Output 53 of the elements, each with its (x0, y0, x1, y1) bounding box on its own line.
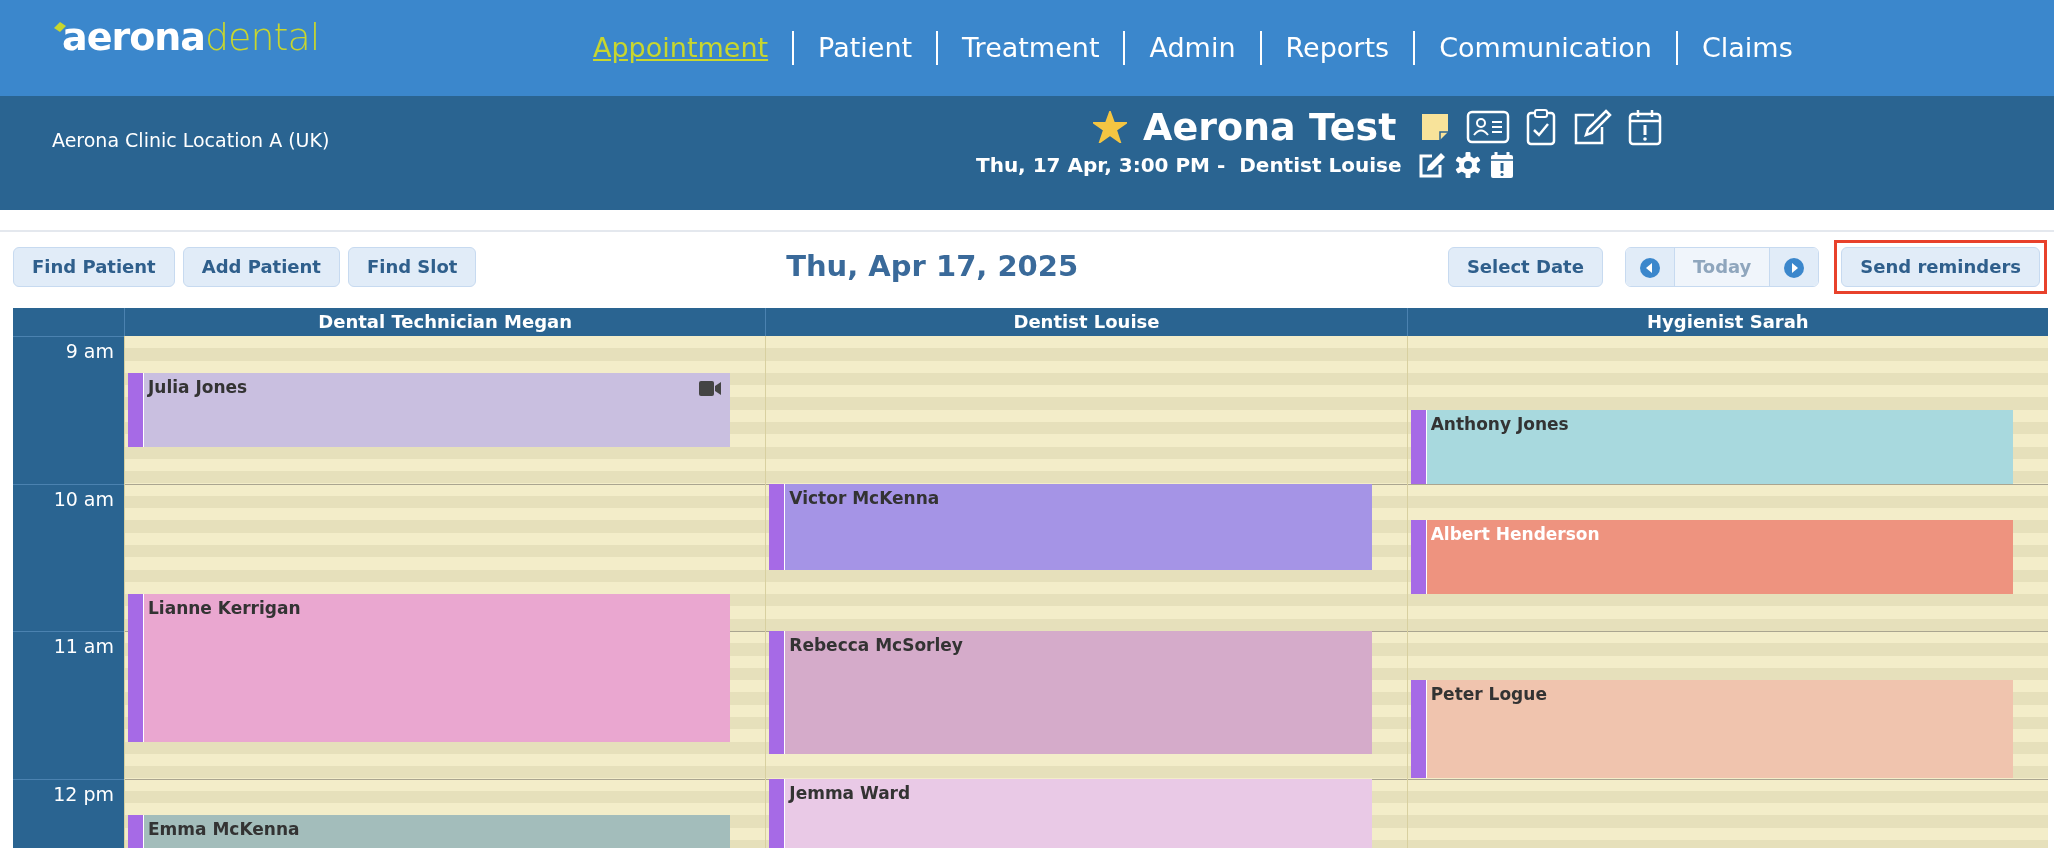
nav-link[interactable]: Claims (1675, 31, 1817, 65)
next-button[interactable] (1770, 248, 1819, 286)
toolbar-button[interactable]: Find Slot (347, 247, 477, 287)
column-header: Dentist Louise (1013, 311, 1160, 332)
patient-name: Jemma Ward (787, 781, 912, 805)
settings-icon[interactable] (1453, 151, 1482, 179)
appointment-block[interactable]: Peter Logue (1410, 680, 2013, 779)
logo: aeronadental (52, 18, 320, 56)
appointment-block[interactable]: Victor McKenna (769, 483, 1372, 570)
patient-name: Anthony Jones (1429, 412, 1570, 436)
nav-link[interactable]: Admin (1123, 31, 1260, 65)
nav-link[interactable]: Communication (1413, 31, 1676, 65)
send-reminders-button[interactable]: Send reminders (1841, 247, 2040, 287)
clipboard-check-icon[interactable] (1526, 108, 1557, 146)
time-label: 9 am (65, 340, 114, 362)
patient-name: Rebecca McSorley (788, 634, 964, 657)
clinic-location: Aerona Clinic Location A (UK) (52, 129, 330, 151)
patient-name: Julia Jones (146, 375, 249, 399)
previous-icon (1639, 257, 1660, 278)
appointment-block[interactable]: Rebecca McSorley (769, 631, 1372, 754)
appointment-block[interactable]: Jemma Ward (769, 778, 1372, 848)
toolbar-button[interactable]: Add Patient (182, 247, 340, 287)
edit-icon[interactable] (1572, 109, 1613, 145)
patient-name: Emma McKenna (147, 818, 301, 842)
calendar-alert-icon[interactable] (1489, 151, 1514, 179)
appointment-block[interactable]: Anthony Jones (1410, 409, 2013, 484)
nav-link[interactable]: Patient (792, 31, 937, 65)
select-date-button[interactable]: Select Date (1447, 247, 1603, 287)
time-label: 11 am (53, 635, 114, 657)
appointment-block[interactable]: Julia Jones (128, 372, 731, 447)
patient-name: Victor McKenna (788, 486, 941, 510)
appointment-block[interactable]: Lianne Kerrigan (128, 594, 731, 742)
patient-name: Lianne Kerrigan (147, 597, 302, 621)
time-label: 10 am (53, 487, 114, 510)
patient-name: Peter Logue (1429, 683, 1548, 707)
previous-button[interactable] (1625, 248, 1674, 286)
id-card-icon[interactable] (1466, 110, 1511, 144)
nav-link[interactable]: Reports (1259, 31, 1414, 65)
appointment-block[interactable]: Emma McKenna (128, 815, 731, 848)
nav-link[interactable]: Treatment (936, 31, 1124, 65)
star-icon[interactable] (1093, 111, 1127, 143)
toolbar-button[interactable]: Find Patient (13, 247, 175, 287)
time-label: 12 pm (53, 782, 114, 805)
column-header: Hygienist Sarah (1647, 311, 1809, 332)
appointment-info: Thu, 17 Apr, 3:00 PM - Dentist Louise (976, 152, 1402, 179)
sticky-note-icon[interactable] (1420, 112, 1451, 142)
column-header: Dental Technician Megan (318, 311, 573, 332)
next-icon (1784, 257, 1805, 278)
patient-name: Aerona Test (1143, 108, 1397, 146)
patient-name: Albert Henderson (1429, 523, 1601, 547)
date-title: Thu, Apr 17, 2025 (786, 248, 1079, 286)
calendar-alert-icon[interactable] (1628, 108, 1663, 146)
edit-icon[interactable] (1417, 152, 1446, 178)
